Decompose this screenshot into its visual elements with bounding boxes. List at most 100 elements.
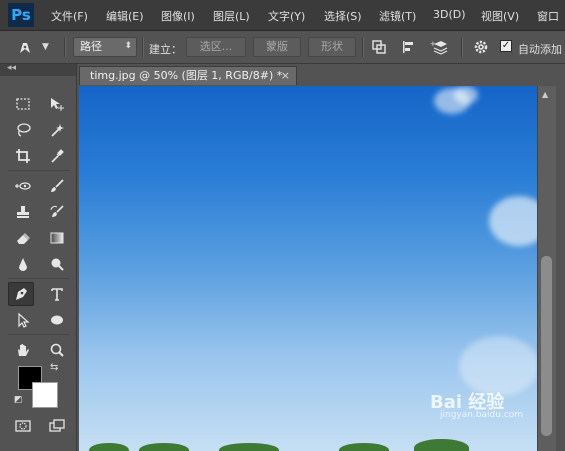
menu-edit[interactable]: 编辑(E) [106, 8, 144, 24]
spot-healing-tool[interactable] [10, 174, 36, 198]
treetops [219, 443, 279, 451]
menu-bar: Ps 文件(F) 编辑(E) 图像(I) 图层(L) 文字(Y) 选择(S) 滤… [0, 0, 565, 31]
options-bar: ▼ 路径 ⬍ 建立： 选区... 蒙版 形状 + ✓ 自动添加 [0, 31, 565, 64]
blur-tool[interactable] [10, 252, 36, 276]
vertical-scrollbar[interactable]: ▲ [537, 86, 556, 451]
eraser-icon [17, 233, 30, 244]
marquee-icon [16, 98, 30, 110]
cloud [454, 86, 478, 104]
ellipse-tool[interactable] [44, 308, 70, 332]
crop-icon [16, 149, 30, 163]
swap-colors-icon[interactable]: ⇆ [50, 362, 58, 373]
hand-tool[interactable] [10, 338, 36, 362]
auto-add-label: 自动添加 [518, 43, 562, 56]
menu-filter[interactable]: 滤镜(T) [379, 8, 416, 24]
divider [8, 170, 70, 171]
selection-button[interactable]: 选区... [186, 37, 246, 57]
cloud [489, 196, 537, 246]
divider [362, 37, 364, 57]
ellipse-icon [51, 315, 63, 325]
menu-file[interactable]: 文件(F) [51, 8, 88, 24]
menu-layer[interactable]: 图层(L) [213, 8, 250, 24]
menu-image[interactable]: 图像(I) [161, 8, 195, 24]
mask-button[interactable]: 蒙版 [253, 37, 301, 57]
scrollbar-thumb[interactable] [541, 256, 552, 436]
screen-mode-button[interactable] [44, 414, 70, 438]
tool-mode-select[interactable]: 路径 ⬍ [73, 37, 137, 57]
svg-text:+: + [430, 40, 436, 48]
auto-add-checkbox[interactable]: ✓ [500, 40, 512, 52]
menu-type[interactable]: 文字(Y) [268, 8, 305, 24]
divider [8, 334, 70, 335]
type-icon [51, 288, 63, 301]
settings-button[interactable] [470, 37, 492, 57]
marquee-tool[interactable] [10, 92, 36, 116]
spot-healing-icon [15, 182, 31, 190]
tool-mode-value: 路径 [80, 40, 102, 53]
divider [142, 37, 144, 57]
hand-icon [18, 344, 29, 356]
path-operations-button[interactable] [368, 37, 390, 57]
shape-button[interactable]: 形状 [308, 37, 356, 57]
treetops [414, 439, 469, 451]
menu-select[interactable]: 选择(S) [324, 8, 362, 24]
move-tool[interactable] [44, 92, 70, 116]
tools-panel-header[interactable]: ◂◂ [0, 63, 76, 76]
background-color-swatch[interactable] [32, 382, 58, 408]
screen-mode-icon [49, 419, 65, 432]
path-operations-icon [372, 40, 386, 54]
pen-tool[interactable] [8, 282, 34, 306]
path-arrangement-icon: + [430, 40, 448, 55]
gradient-tool[interactable] [44, 226, 70, 250]
blur-icon [19, 258, 27, 271]
gradient-icon [50, 232, 64, 244]
zoom-tool[interactable] [44, 338, 70, 362]
clone-stamp-icon [17, 206, 29, 218]
build-label: 建立： [149, 43, 182, 56]
menu-3d[interactable]: 3D(D) [433, 8, 466, 21]
photoshop-logo: Ps [8, 3, 34, 27]
clone-stamp-tool[interactable] [10, 200, 36, 224]
eraser-tool[interactable] [10, 226, 36, 250]
pen-icon [16, 288, 27, 300]
magic-wand-tool[interactable] [44, 118, 70, 142]
divider [64, 37, 66, 57]
path-selection-icon [18, 312, 30, 328]
history-brush-tool[interactable] [44, 200, 70, 224]
brush-icon [51, 179, 64, 192]
default-colors-icon[interactable]: ◩ [14, 395, 23, 405]
cloud [459, 336, 537, 396]
collapse-icon[interactable]: ◂◂ [7, 63, 16, 73]
menu-view[interactable]: 视图(V) [481, 8, 519, 24]
divider [461, 37, 463, 57]
close-icon[interactable]: × [281, 67, 290, 85]
tool-preset-picker[interactable]: ▼ [14, 36, 66, 58]
pen-icon [20, 43, 30, 53]
move-icon [51, 98, 64, 111]
menu-window[interactable]: 窗口 [537, 8, 559, 24]
crop-tool[interactable] [10, 144, 36, 168]
document-tab[interactable]: timg.jpg @ 50% (图层 1, RGB/8#) * × [79, 66, 297, 85]
zoom-icon [50, 343, 64, 357]
path-selection-tool[interactable] [10, 308, 36, 332]
brush-tool[interactable] [44, 174, 70, 198]
magic-wand-icon [51, 124, 64, 137]
treetops [139, 443, 189, 451]
tools-panel: ◂◂ ⇆ ◩ [0, 63, 77, 451]
lasso-tool[interactable] [10, 118, 36, 142]
path-arrangement-button[interactable]: + [428, 37, 450, 57]
type-tool[interactable] [44, 282, 70, 306]
gear-icon [474, 40, 488, 54]
quick-mask-icon [15, 420, 31, 432]
dodge-tool[interactable] [44, 252, 70, 276]
chevron-down-icon: ▼ [42, 42, 49, 52]
updown-arrow-icon: ⬍ [124, 41, 132, 51]
baidu-watermark-url: jingyan.baidu.com [440, 410, 524, 420]
treetops [339, 443, 389, 451]
scroll-up-icon[interactable]: ▲ [542, 90, 548, 99]
divider [8, 278, 70, 279]
quick-mask-button[interactable] [10, 414, 36, 438]
eyedropper-icon [51, 149, 64, 163]
eyedropper-tool[interactable] [44, 144, 70, 168]
path-alignment-button[interactable] [398, 37, 420, 57]
